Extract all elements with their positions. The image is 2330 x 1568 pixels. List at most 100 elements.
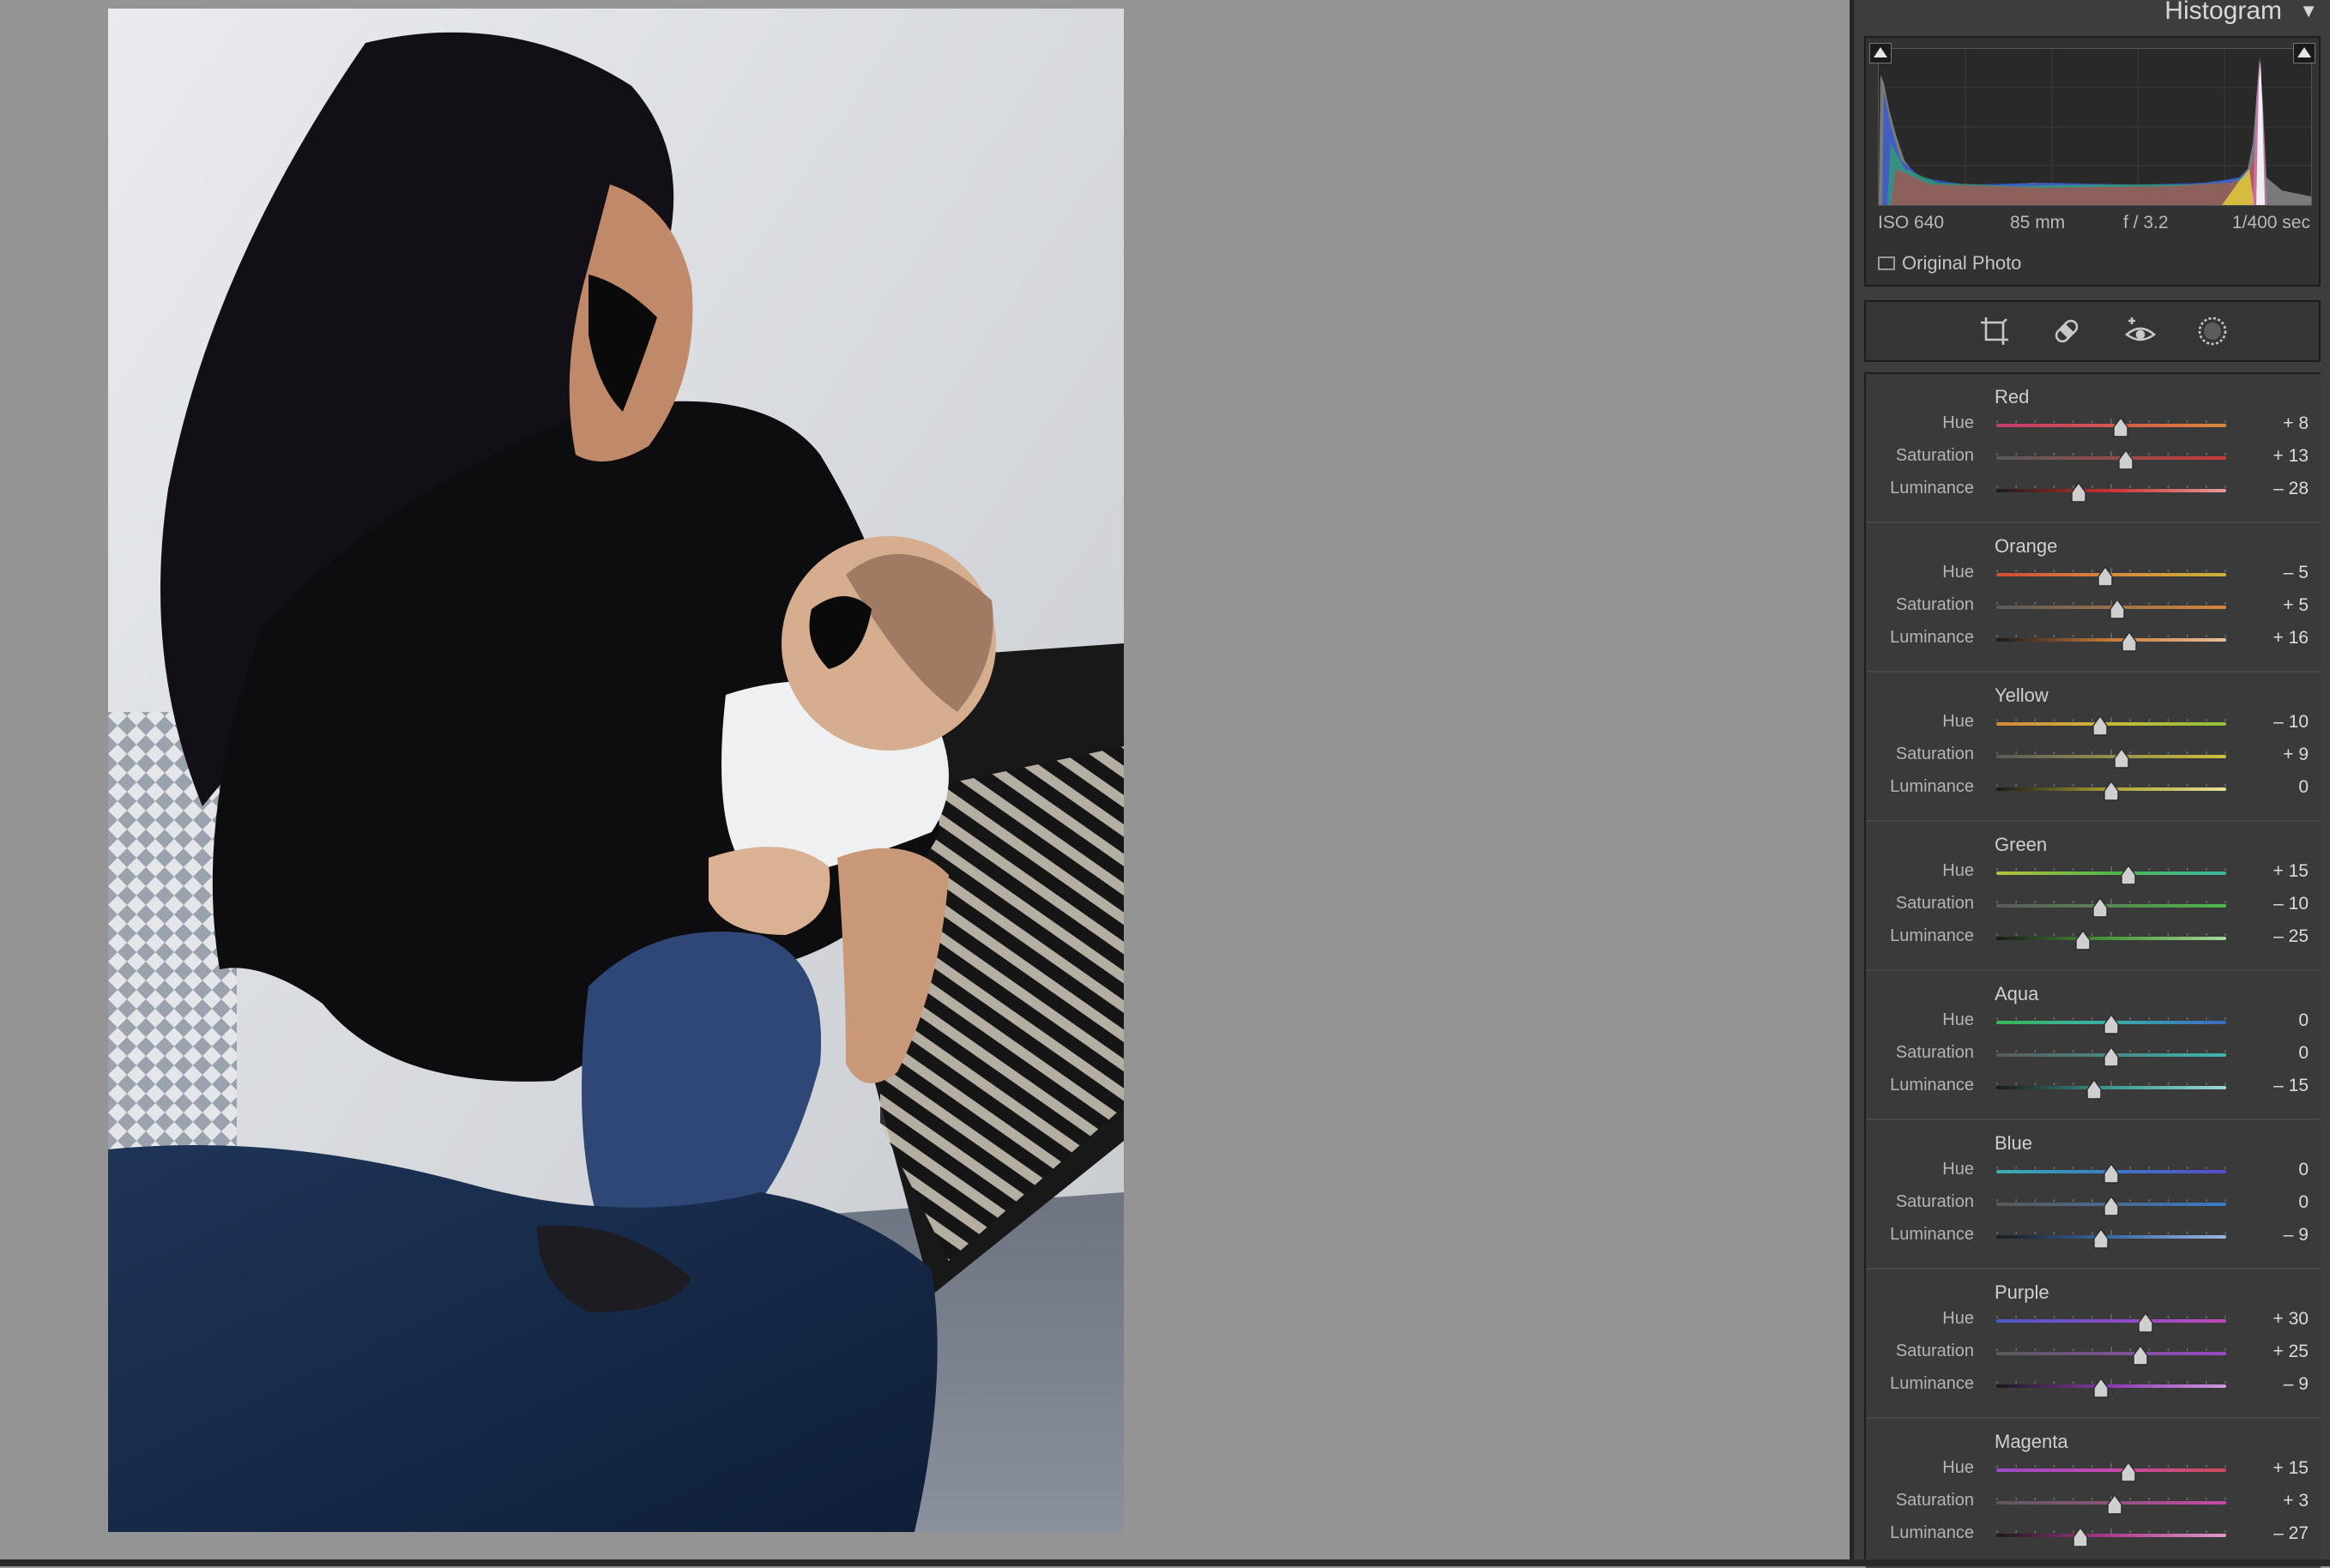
green-hue-slider-thumb[interactable] bbox=[2120, 865, 2137, 885]
purple-saturation-slider-thumb[interactable] bbox=[2132, 1345, 2149, 1366]
red-luminance-value[interactable]: – 28 bbox=[2273, 479, 2309, 499]
masking-tool-icon[interactable] bbox=[2195, 314, 2230, 348]
develop-right-panel: Histogram ▼ ISO 640 85 mm f / 3.2 1/400 … bbox=[1854, 0, 2330, 1568]
magenta-saturation-slider-thumb[interactable] bbox=[2106, 1494, 2123, 1515]
orange-luminance-slider-row: Luminance + 16 bbox=[1866, 624, 2321, 657]
red-saturation-slider-thumb[interactable] bbox=[2117, 449, 2134, 470]
healing-tool-icon[interactable] bbox=[2049, 314, 2084, 348]
green-luminance-slider-thumb[interactable] bbox=[2074, 930, 2092, 950]
yellow-luminance-value[interactable]: 0 bbox=[2298, 777, 2309, 798]
slider-ticks bbox=[1996, 1379, 2226, 1384]
slider-label: Saturation bbox=[1895, 446, 1974, 465]
slider-label: Hue bbox=[1942, 413, 1974, 432]
red-hue-slider-row: Hue + 8 bbox=[1866, 410, 2321, 443]
hsl-group-title: Green bbox=[1995, 834, 2048, 855]
green-saturation-value[interactable]: – 10 bbox=[2273, 894, 2309, 914]
blue-luminance-slider-row: Luminance – 9 bbox=[1866, 1221, 2321, 1254]
red-hue-slider-thumb[interactable] bbox=[2112, 417, 2129, 437]
magenta-saturation-slider-row: Saturation + 3 bbox=[1866, 1487, 2321, 1520]
orange-hue-slider-thumb[interactable] bbox=[2097, 566, 2114, 587]
slider-label: Luminance bbox=[1890, 1523, 1974, 1542]
aqua-hue-slider-row: Hue 0 bbox=[1866, 1007, 2321, 1040]
crop-tool-icon[interactable] bbox=[1977, 314, 2012, 348]
magenta-hue-value[interactable]: + 15 bbox=[2273, 1458, 2309, 1479]
hsl-group-title: Orange bbox=[1995, 535, 2058, 557]
slider-label: Hue bbox=[1942, 563, 1974, 582]
slider-label: Hue bbox=[1942, 1309, 1974, 1328]
yellow-saturation-value[interactable]: + 9 bbox=[2283, 745, 2309, 765]
blue-saturation-slider-thumb[interactable] bbox=[2103, 1196, 2120, 1216]
orange-saturation-slider-thumb[interactable] bbox=[2109, 599, 2126, 619]
hsl-group-green: Green Hue + 15 Saturation – 10 Luminance – 25 bbox=[1866, 822, 2321, 971]
red-hue-value[interactable]: + 8 bbox=[2283, 413, 2309, 434]
slider-ticks bbox=[1996, 484, 2226, 489]
blue-luminance-slider-thumb[interactable] bbox=[2092, 1228, 2110, 1249]
slider-label: Hue bbox=[1942, 1160, 1974, 1179]
orange-saturation-slider-row: Saturation + 5 bbox=[1866, 592, 2321, 624]
hsl-group-title: Magenta bbox=[1995, 1431, 2068, 1452]
aqua-hue-value[interactable]: 0 bbox=[2298, 1010, 2309, 1031]
aqua-luminance-slider-thumb[interactable] bbox=[2086, 1079, 2103, 1100]
blue-hue-value[interactable]: 0 bbox=[2298, 1160, 2309, 1180]
purple-luminance-slider-row: Luminance – 9 bbox=[1866, 1371, 2321, 1403]
aqua-luminance-value[interactable]: – 15 bbox=[2273, 1076, 2309, 1096]
original-photo-toggle[interactable]: Original Photo bbox=[1878, 252, 2021, 274]
purple-saturation-value[interactable]: + 25 bbox=[2273, 1342, 2309, 1362]
yellow-luminance-slider-thumb[interactable] bbox=[2103, 781, 2120, 801]
magenta-hue-slider-row: Hue + 15 bbox=[1866, 1455, 2321, 1487]
exif-shutter-speed: 1/400 sec bbox=[2231, 213, 2310, 232]
highlight-clipping-button[interactable] bbox=[2293, 43, 2315, 63]
original-photo-checkbox[interactable] bbox=[1878, 256, 1895, 270]
histogram-header[interactable]: Histogram ▼ bbox=[1854, 0, 2330, 29]
blue-hue-slider-row: Hue 0 bbox=[1866, 1156, 2321, 1189]
orange-luminance-value[interactable]: + 16 bbox=[2273, 628, 2309, 648]
magenta-luminance-value[interactable]: – 27 bbox=[2273, 1523, 2309, 1544]
aqua-hue-slider-thumb[interactable] bbox=[2103, 1014, 2120, 1034]
slider-label: Luminance bbox=[1890, 926, 1974, 945]
histogram-graph[interactable] bbox=[1878, 48, 2312, 206]
orange-saturation-value[interactable]: + 5 bbox=[2283, 595, 2309, 616]
orange-luminance-slider-thumb[interactable] bbox=[2121, 631, 2138, 652]
photo-image bbox=[108, 9, 1124, 1532]
red-saturation-value[interactable]: + 13 bbox=[2273, 446, 2309, 467]
purple-hue-value[interactable]: + 30 bbox=[2273, 1309, 2309, 1330]
hsl-group-title: Aqua bbox=[1995, 983, 2039, 1004]
aqua-saturation-slider-thumb[interactable] bbox=[2103, 1046, 2120, 1067]
exif-focal-length: 85 mm bbox=[2010, 213, 2066, 232]
blue-saturation-value[interactable]: 0 bbox=[2298, 1192, 2309, 1213]
magenta-luminance-slider-thumb[interactable] bbox=[2072, 1527, 2089, 1547]
image-canvas[interactable] bbox=[0, 0, 1850, 1559]
collapse-triangle-icon[interactable]: ▼ bbox=[2299, 0, 2318, 22]
green-saturation-slider-thumb[interactable] bbox=[2092, 897, 2109, 918]
hsl-group-title: Purple bbox=[1995, 1282, 2049, 1303]
red-eye-tool-icon[interactable] bbox=[2123, 314, 2158, 348]
yellow-luminance-slider-row: Luminance 0 bbox=[1866, 774, 2321, 806]
green-hue-value[interactable]: + 15 bbox=[2273, 861, 2309, 882]
photo-preview[interactable] bbox=[108, 9, 1124, 1532]
red-luminance-slider-thumb[interactable] bbox=[2070, 482, 2087, 503]
slider-label: Saturation bbox=[1895, 595, 1974, 614]
yellow-hue-slider-thumb[interactable] bbox=[2092, 715, 2109, 736]
blue-luminance-value[interactable]: – 9 bbox=[2284, 1225, 2309, 1245]
green-luminance-slider-row: Luminance – 25 bbox=[1866, 923, 2321, 956]
green-luminance-value[interactable]: – 25 bbox=[2273, 926, 2309, 947]
histogram-panel: ISO 640 85 mm f / 3.2 1/400 sec Original… bbox=[1864, 36, 2321, 286]
hsl-group-red: Red Hue + 8 Saturation + 13 Luminance – 28 bbox=[1866, 374, 2321, 523]
slider-ticks bbox=[1996, 899, 2226, 904]
yellow-hue-value[interactable]: – 10 bbox=[2273, 712, 2309, 733]
slider-label: Saturation bbox=[1895, 1192, 1974, 1211]
slider-ticks bbox=[1996, 1230, 2226, 1235]
magenta-hue-slider-thumb[interactable] bbox=[2120, 1462, 2137, 1482]
orange-hue-value[interactable]: – 5 bbox=[2284, 563, 2309, 583]
magenta-saturation-value[interactable]: + 3 bbox=[2283, 1491, 2309, 1511]
purple-hue-slider-thumb[interactable] bbox=[2137, 1312, 2154, 1333]
purple-luminance-value[interactable]: – 9 bbox=[2284, 1374, 2309, 1395]
hsl-group-title: Red bbox=[1995, 386, 2030, 407]
slider-ticks bbox=[1996, 932, 2226, 937]
yellow-saturation-slider-thumb[interactable] bbox=[2113, 748, 2130, 769]
purple-luminance-slider-thumb[interactable] bbox=[2092, 1378, 2110, 1398]
shadow-clipping-button[interactable] bbox=[1869, 43, 1892, 63]
aqua-saturation-value[interactable]: 0 bbox=[2298, 1043, 2309, 1064]
aqua-luminance-slider-row: Luminance – 15 bbox=[1866, 1072, 2321, 1105]
blue-hue-slider-thumb[interactable] bbox=[2103, 1163, 2120, 1184]
